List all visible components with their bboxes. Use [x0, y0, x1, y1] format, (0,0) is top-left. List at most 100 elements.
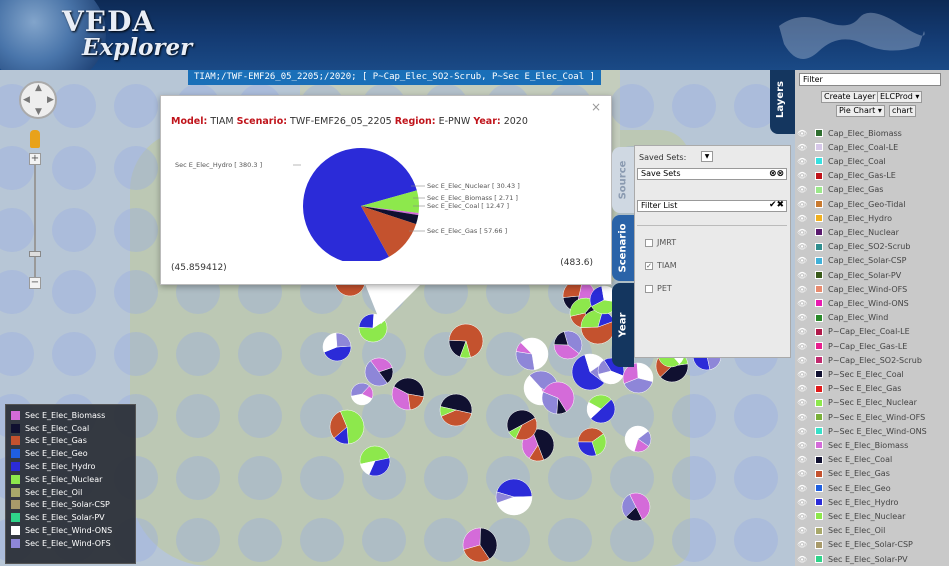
- visibility-eye-icon[interactable]: 👁: [797, 427, 807, 436]
- visibility-eye-icon[interactable]: 👁: [797, 555, 807, 564]
- visibility-eye-icon[interactable]: 👁: [797, 299, 807, 308]
- visibility-eye-icon[interactable]: 👁: [797, 540, 807, 549]
- scenario-checkbox[interactable]: PET: [645, 284, 672, 293]
- layer-item[interactable]: 👁 Cap_Elec_Solar-CSP: [797, 254, 906, 268]
- layer-item[interactable]: 👁 Cap_Elec_Coal-LE: [797, 140, 898, 154]
- tab-year[interactable]: Year: [612, 283, 634, 367]
- layer-item[interactable]: 👁 Cap_Elec_Coal: [797, 154, 886, 168]
- layer-label: Cap_Elec_Geo-Tidal: [828, 199, 906, 209]
- visibility-eye-icon[interactable]: 👁: [797, 214, 807, 223]
- elcprod-select[interactable]: ELCProd ▾: [877, 91, 923, 103]
- create-layer-button[interactable]: Create Layer: [821, 91, 879, 103]
- world-map-decoration: [779, 12, 925, 60]
- layer-item[interactable]: 👁 Cap_Elec_Wind: [797, 311, 888, 325]
- visibility-eye-icon[interactable]: 👁: [797, 370, 807, 379]
- visibility-eye-icon[interactable]: 👁: [797, 171, 807, 180]
- popup-close-icon[interactable]: ×: [591, 100, 601, 114]
- filter-list-actions-icon[interactable]: ✔✖: [769, 200, 784, 210]
- layer-label: Cap_Elec_Hydro: [828, 213, 892, 223]
- legend-item: Sec E_Elec_Gas: [6, 435, 135, 448]
- visibility-eye-icon[interactable]: 👁: [797, 413, 807, 422]
- layer-item[interactable]: 👁 Cap_Elec_Gas-LE: [797, 169, 896, 183]
- layer-item[interactable]: 👁 P~Cap_Elec_SO2-Scrub: [797, 353, 922, 367]
- layer-swatch: [815, 441, 823, 450]
- visibility-eye-icon[interactable]: 👁: [797, 313, 807, 322]
- layer-item[interactable]: 👁 Cap_Elec_Geo-Tidal: [797, 197, 906, 211]
- layer-item[interactable]: 👁 Cap_Elec_Gas: [797, 183, 883, 197]
- layer-item[interactable]: 👁 Sec E_Elec_Nuclear: [797, 509, 905, 523]
- layer-label: Cap_Elec_Coal: [828, 156, 886, 166]
- layer-item[interactable]: 👁 Sec E_Elec_Hydro: [797, 495, 898, 509]
- layer-item[interactable]: 👁 Sec E_Elec_Solar-PV: [797, 552, 908, 566]
- scenario-checkbox[interactable]: ✓ TIAM: [645, 261, 677, 270]
- visibility-eye-icon[interactable]: 👁: [797, 484, 807, 493]
- visibility-eye-icon[interactable]: 👁: [797, 271, 807, 280]
- chart-button[interactable]: chart: [889, 105, 916, 117]
- visibility-eye-icon[interactable]: 👁: [797, 526, 807, 535]
- layer-item[interactable]: 👁 Cap_Elec_Wind-OFS: [797, 282, 907, 296]
- visibility-eye-icon[interactable]: 👁: [797, 129, 807, 138]
- logo-line1: VEDA: [62, 5, 156, 38]
- save-sets-input[interactable]: Save Sets: [637, 168, 787, 180]
- layer-item[interactable]: 👁 Cap_Elec_SO2-Scrub: [797, 240, 910, 254]
- layer-label: Sec E_Elec_Geo: [828, 483, 891, 493]
- divider: [637, 225, 787, 226]
- layer-item[interactable]: 👁 Sec E_Elec_Gas: [797, 467, 890, 481]
- save-sets-actions-icon[interactable]: ⊗⊗: [769, 169, 784, 179]
- layer-item[interactable]: 👁 P~Sec E_Elec_Nuclear: [797, 396, 917, 410]
- checkbox-box[interactable]: ✓: [645, 261, 653, 270]
- layer-label: Cap_Elec_Biomass: [828, 128, 902, 138]
- visibility-eye-icon[interactable]: 👁: [797, 469, 807, 478]
- saved-sets-dropdown-icon[interactable]: ▼: [701, 151, 713, 162]
- visibility-eye-icon[interactable]: 👁: [797, 200, 807, 209]
- chart-type-select[interactable]: Pie Chart ▾: [836, 105, 885, 117]
- layer-item[interactable]: 👁 Cap_Elec_Solar-PV: [797, 268, 901, 282]
- visibility-eye-icon[interactable]: 👁: [797, 185, 807, 194]
- visibility-eye-icon[interactable]: 👁: [797, 143, 807, 152]
- visibility-eye-icon[interactable]: 👁: [797, 285, 807, 294]
- layer-item[interactable]: 👁 Cap_Elec_Biomass: [797, 126, 902, 140]
- legend-item: Sec E_Elec_Wind-ONS: [6, 524, 135, 537]
- map-pie-slice[interactable]: [407, 393, 425, 411]
- visibility-eye-icon[interactable]: 👁: [797, 398, 807, 407]
- layer-item[interactable]: 👁 P~Cap_Elec_Gas-LE: [797, 339, 907, 353]
- visibility-eye-icon[interactable]: 👁: [797, 242, 807, 251]
- visibility-eye-icon[interactable]: 👁: [797, 356, 807, 365]
- scenario-checkbox[interactable]: JMRT: [645, 238, 676, 247]
- visibility-eye-icon[interactable]: 👁: [797, 228, 807, 237]
- visibility-eye-icon[interactable]: 👁: [797, 498, 807, 507]
- layer-item[interactable]: 👁 Cap_Elec_Hydro: [797, 211, 892, 225]
- visibility-eye-icon[interactable]: 👁: [797, 512, 807, 521]
- layer-label: Sec E_Elec_Solar-CSP: [828, 540, 913, 550]
- layer-item[interactable]: 👁 P~Sec E_Elec_Wind-OFS: [797, 410, 925, 424]
- visibility-eye-icon[interactable]: 👁: [797, 157, 807, 166]
- checkbox-box[interactable]: [645, 238, 653, 247]
- visibility-eye-icon[interactable]: 👁: [797, 455, 807, 464]
- model-key: Model:: [171, 116, 208, 127]
- visibility-eye-icon[interactable]: 👁: [797, 384, 807, 393]
- layer-item[interactable]: 👁 P~Sec E_Elec_Gas: [797, 382, 901, 396]
- layer-item[interactable]: 👁 Sec E_Elec_Coal: [797, 453, 892, 467]
- layer-item[interactable]: 👁 Cap_Elec_Wind-ONS: [797, 296, 909, 310]
- filter-list-input[interactable]: Filter List: [637, 200, 787, 212]
- layer-item[interactable]: 👁 Sec E_Elec_Biomass: [797, 438, 908, 452]
- layer-item[interactable]: 👁 Sec E_Elec_Solar-CSP: [797, 538, 913, 552]
- visibility-eye-icon[interactable]: 👁: [797, 342, 807, 351]
- layer-item[interactable]: 👁 P~Sec E_Elec_Wind-ONS: [797, 424, 927, 438]
- layer-item[interactable]: 👁 Cap_Elec_Nuclear: [797, 225, 899, 239]
- layer-filter-input[interactable]: Filter: [799, 73, 941, 86]
- visibility-eye-icon[interactable]: 👁: [797, 327, 807, 336]
- tab-source[interactable]: Source: [612, 147, 634, 213]
- layer-item[interactable]: 👁 P~Sec E_Elec_Coal: [797, 367, 904, 381]
- tab-scenario[interactable]: Scenario: [612, 215, 634, 281]
- layer-swatch: [815, 555, 823, 563]
- tab-layers[interactable]: Layers: [770, 70, 795, 134]
- layer-item[interactable]: 👁 P~Cap_Elec_Coal-LE: [797, 325, 910, 339]
- visibility-eye-icon[interactable]: 👁: [797, 441, 807, 450]
- visibility-eye-icon[interactable]: 👁: [797, 256, 807, 265]
- checkbox-box[interactable]: [645, 284, 653, 293]
- layer-item[interactable]: 👁 Sec E_Elec_Geo: [797, 481, 891, 495]
- map-pie-slice[interactable]: [515, 351, 535, 371]
- map-pie-slice[interactable]: [335, 332, 352, 348]
- layer-item[interactable]: 👁 Sec E_Elec_Oil: [797, 524, 885, 538]
